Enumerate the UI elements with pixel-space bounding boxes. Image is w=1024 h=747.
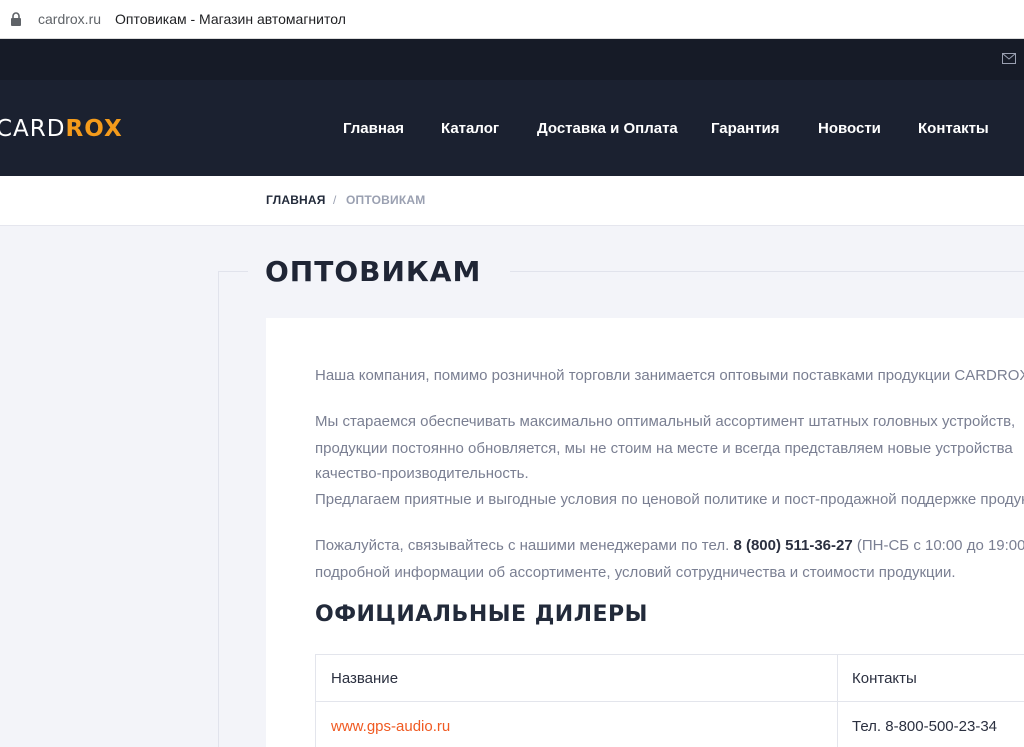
mail-icon[interactable] [1002, 53, 1016, 64]
breadcrumb-current: ОПТОВИКАМ [346, 193, 426, 207]
contact-text: Пожалуйста, связывайтесь с нашими менедж… [315, 537, 734, 554]
top-bar [0, 39, 1024, 80]
nav-item-delivery[interactable]: Доставка и Оплата [537, 120, 678, 137]
nav-item-news[interactable]: Новости [818, 120, 881, 137]
nav-item-home[interactable]: Главная [343, 120, 404, 137]
lock-icon [11, 12, 21, 26]
paragraph-contact-line1: Пожалуйста, связывайтесь с нашими менедж… [315, 534, 1024, 558]
paragraph-assortment-line1: Мы стараемся обеспечивать максимально оп… [315, 413, 1016, 430]
breadcrumb [0, 176, 1024, 226]
paragraph-intro: Наша компания, помимо розничной торговли… [315, 367, 1024, 384]
nav-item-catalog[interactable]: Каталог [441, 120, 499, 137]
paragraph-conditions: Предлагаем приятные и выгодные условия п… [315, 491, 1024, 508]
browser-address-bar: cardrox.ru Оптовикам - Магазин автомагни… [0, 0, 1024, 39]
contact-hours: (ПН-СБ с 10:00 до 19:00 [852, 537, 1024, 554]
title-frame-top-left [218, 271, 248, 272]
dealers-title: ОФИЦИАЛЬНЫЕ ДИЛЕРЫ [315, 602, 648, 627]
dealer-link[interactable]: www.gps-audio.ru [331, 718, 450, 735]
breadcrumb-separator: / [333, 193, 337, 207]
browser-url[interactable]: cardrox.ru [38, 11, 101, 27]
page-title: ОПТОВИКАМ [265, 255, 482, 288]
nav-item-warranty[interactable]: Гарантия [711, 120, 780, 137]
table-header-row [316, 655, 1024, 702]
dealers-table: Название Контакты www.gps-audio.ru Тел. … [315, 654, 1024, 747]
table-header-name: Название [331, 670, 399, 687]
table-column-divider [837, 655, 838, 747]
table-header-contacts: Контакты [852, 670, 917, 687]
logo-part-card: CARD [0, 116, 66, 142]
logo-part-rox: ROX [65, 116, 123, 142]
contact-phone[interactable]: 8 (800) 511-36-27 [733, 537, 852, 554]
nav-item-contacts[interactable]: Контакты [918, 120, 989, 137]
title-frame-left [218, 271, 219, 747]
paragraph-assortment-line2: продукции постоянно обновляется, мы не с… [315, 440, 1013, 457]
dealer-contact: Тел. 8-800-500-23-34 [852, 718, 997, 735]
browser-page-title: Оптовикам - Магазин автомагнитол [115, 11, 346, 27]
title-frame-top-right [510, 271, 1024, 272]
site-logo[interactable]: CARDROX [0, 116, 123, 142]
breadcrumb-home[interactable]: ГЛАВНАЯ [266, 193, 326, 207]
paragraph-assortment-line3: качество-производительность. [315, 465, 529, 482]
paragraph-contact-line2: подробной информации об ассортименте, ус… [315, 564, 956, 581]
